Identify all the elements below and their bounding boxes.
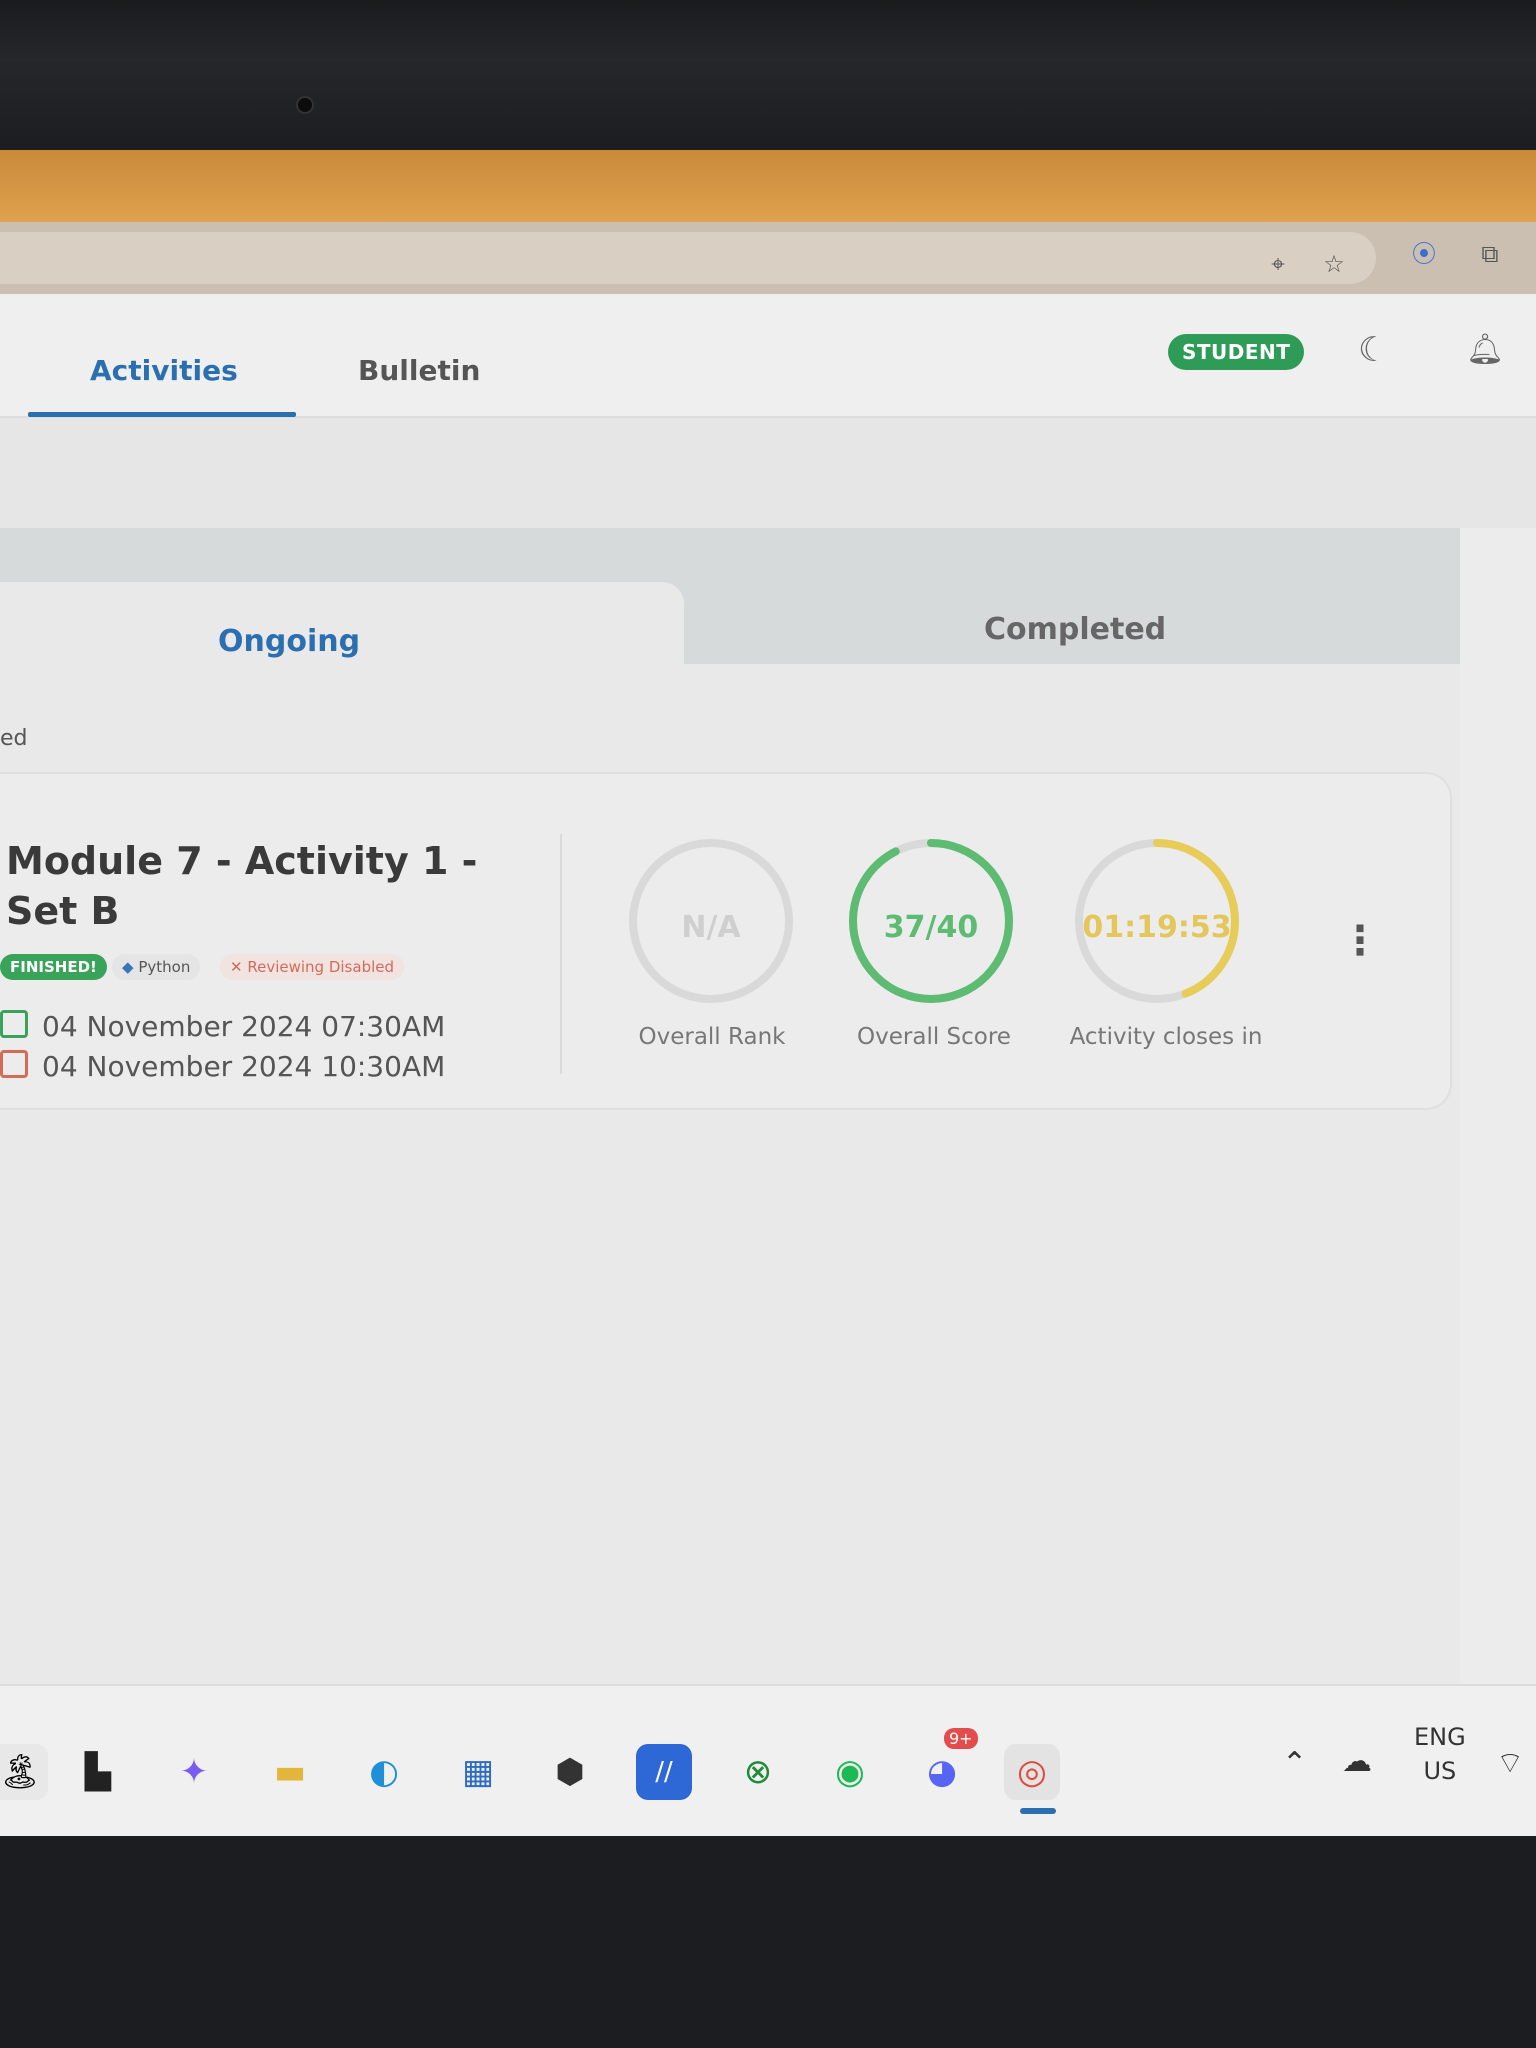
rank-value: N/A <box>681 910 741 945</box>
role-badge: STUDENT <box>1168 334 1305 370</box>
bell-icon[interactable]: 🔔︎ <box>1466 332 1504 367</box>
onedrive-offline-icon[interactable]: ☁ <box>1342 1744 1372 1779</box>
copilot-icon[interactable]: ✦ <box>166 1744 222 1800</box>
webcam <box>296 96 314 114</box>
active-app-indicator <box>1020 1808 1056 1814</box>
star-icon[interactable]: ☆ <box>1320 250 1348 278</box>
end-date: 04 November 2024 10:30AM <box>0 1050 445 1083</box>
tab-completed[interactable]: Completed <box>984 612 1166 647</box>
notification-badge: 9+ <box>944 1728 978 1749</box>
top-nav: Activities Bulletin STUDENT ☾ 🔔︎ <box>0 294 1536 418</box>
activity-title: Module 7 - Activity 1 - Set B <box>6 839 478 933</box>
more-options-icon[interactable]: ⋮ <box>1340 918 1380 964</box>
file-explorer-icon[interactable]: ▬ <box>262 1744 318 1800</box>
calendar-check-icon <box>0 1010 28 1038</box>
extensions-icon[interactable]: ⧉ <box>1476 240 1504 268</box>
wifi-icon[interactable]: ⌔ <box>1496 1744 1524 1782</box>
chrome-icon[interactable]: ◎ <box>1004 1744 1060 1800</box>
language-tag: ◆ Python <box>112 954 201 980</box>
taskbar: 🏝︎ ▙ ✦ ▬ ◐ ▦ ⬢ // ⊗ ◉ ◕ 9+ ◎ ⌃ ☁ ENG US ⌔ <box>0 1684 1536 1836</box>
reviewing-tag-label: Reviewing Disabled <box>247 958 395 976</box>
header-spacer <box>0 418 1536 528</box>
discord-icon[interactable]: ◕ <box>914 1744 970 1800</box>
browser-tab-strip <box>0 150 1536 222</box>
language-code: ENG <box>1414 1723 1466 1751</box>
score-label: Overall Score <box>857 1024 1011 1050</box>
status-badge: FINISHED! <box>0 954 107 980</box>
tab-bulletin[interactable]: Bulletin <box>358 354 480 387</box>
web-page: Activities Bulletin STUDENT ☾ 🔔︎ Ongoing… <box>0 294 1536 1686</box>
region-code: US <box>1423 1757 1457 1785</box>
chevron-up-icon[interactable]: ⌃ <box>1282 1746 1307 1781</box>
moon-icon[interactable]: ☾ <box>1358 330 1388 370</box>
end-date-text: 04 November 2024 10:30AM <box>42 1050 446 1083</box>
omnibox[interactable]: ⌖ ☆ <box>0 232 1376 284</box>
edge-icon[interactable]: ◐ <box>356 1744 412 1800</box>
device-bezel-bottom <box>0 1836 1536 2048</box>
store-icon[interactable]: ▦ <box>450 1744 506 1800</box>
python-icon: ◆ <box>122 958 134 976</box>
start-icon[interactable]: 🏝︎ <box>0 1744 48 1800</box>
card-divider <box>560 834 562 1074</box>
task-view-icon[interactable]: ▙ <box>70 1744 126 1800</box>
section-label-partial: ed <box>0 726 28 751</box>
start-date: 04 November 2024 07:30AM <box>0 1010 445 1043</box>
timer-value: 01:19:53 <box>1082 910 1232 945</box>
score-value: 37/40 <box>883 910 979 945</box>
active-tab-indicator <box>28 412 296 417</box>
language-tag-label: Python <box>138 958 191 976</box>
app-icon[interactable]: ⬢ <box>542 1744 598 1800</box>
read-aloud-icon[interactable]: ⦿ <box>1410 240 1438 268</box>
browser-address-bar: ⌖ ☆ ⦿ ⧉ <box>0 222 1536 294</box>
tab-ongoing-label[interactable]: Ongoing <box>218 624 360 659</box>
reviewing-tag: ✕ Reviewing Disabled <box>220 954 405 980</box>
tab-activities[interactable]: Activities <box>90 354 238 387</box>
activity-card[interactable]: Module 7 - Activity 1 - Set B FINISHED! … <box>0 772 1452 1110</box>
code-editor-icon[interactable]: // <box>636 1744 692 1800</box>
close-icon: ✕ <box>230 958 243 976</box>
spotify-icon[interactable]: ◉ <box>822 1744 878 1800</box>
start-date-text: 04 November 2024 07:30AM <box>42 1010 446 1043</box>
device-bezel-top <box>0 0 1536 150</box>
language-indicator[interactable]: ENG US <box>1414 1720 1466 1788</box>
location-icon[interactable]: ⌖ <box>1264 250 1292 278</box>
xbox-icon[interactable]: ⊗ <box>730 1744 786 1800</box>
timer-label: Activity closes in <box>1069 1024 1263 1050</box>
calendar-x-icon <box>0 1050 28 1078</box>
rank-label: Overall Rank <box>638 1024 786 1050</box>
